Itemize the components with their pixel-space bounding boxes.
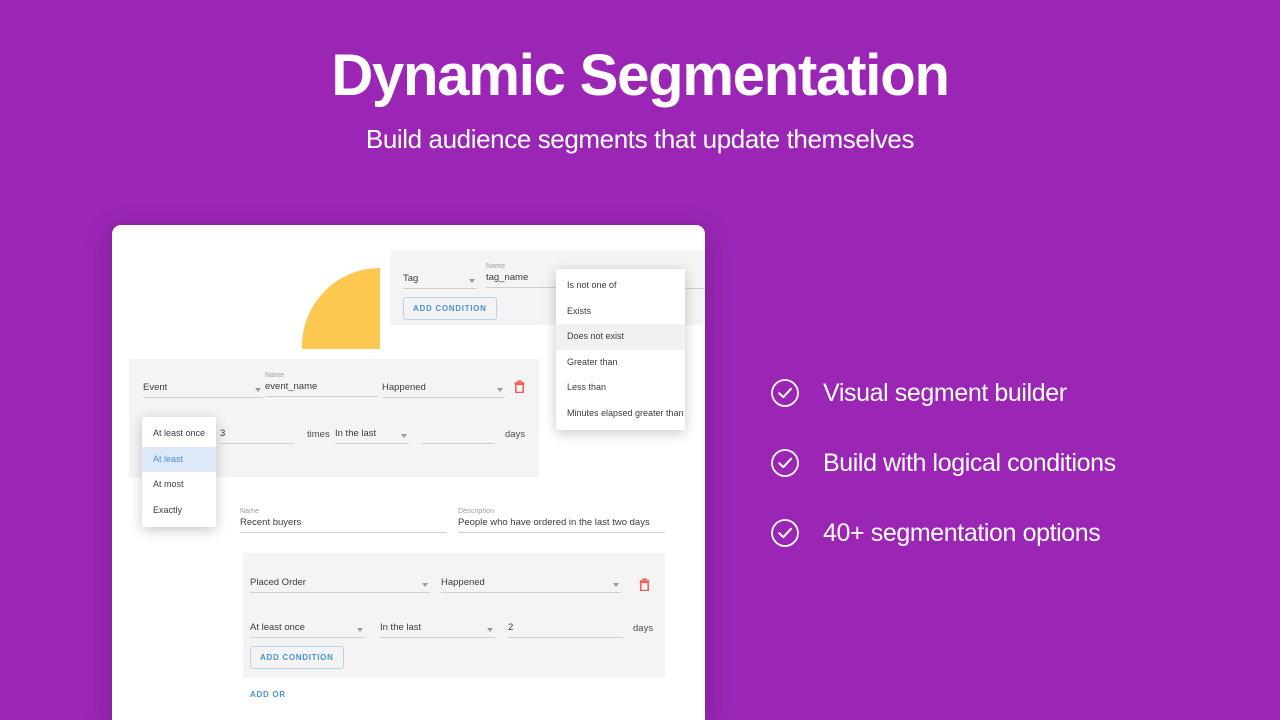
event-name-value: event_name	[265, 380, 378, 394]
add-condition-button[interactable]: ADD CONDITION	[250, 646, 344, 669]
order-window-select[interactable]: In the last	[380, 621, 495, 638]
field-underline	[250, 592, 430, 593]
feature-label: Build with logical conditions	[823, 449, 1116, 478]
event-name-label: Name	[265, 371, 378, 380]
decorative-quarter-circle	[302, 268, 380, 349]
field-underline	[265, 396, 378, 397]
menu-item-at-least[interactable]: At least	[142, 447, 216, 473]
field-underline	[508, 637, 623, 638]
menu-item-minutes-elapsed-greater-than[interactable]: Minutes elapsed greater than	[556, 401, 685, 427]
field-underline	[220, 443, 294, 444]
chevron-down-icon	[401, 434, 407, 438]
add-or-link[interactable]: ADD OR	[250, 690, 286, 699]
menu-item-at-most[interactable]: At most	[142, 472, 216, 498]
event-type-value: Event	[143, 381, 263, 395]
field-underline	[240, 532, 447, 533]
event-window-value: In the last	[335, 427, 409, 441]
event-window-amount-input[interactable]	[421, 427, 495, 444]
feature-item: Visual segment builder	[770, 358, 1250, 428]
segment-description-label: Description	[458, 507, 665, 516]
times-label: times	[307, 429, 330, 440]
feature-label: 40+ segmentation options	[823, 519, 1100, 548]
segment-description-input[interactable]: Description People who have ordered in t…	[458, 507, 665, 533]
segment-name-value: Recent buyers	[240, 516, 447, 530]
tag-name-label: Name	[486, 262, 563, 271]
menu-item-at-least-once[interactable]: At least once	[142, 421, 216, 447]
tag-name-value: tag_name	[486, 271, 563, 285]
chevron-down-icon	[357, 628, 363, 632]
field-underline	[380, 637, 495, 638]
chevron-down-icon	[255, 388, 261, 392]
feature-label: Visual segment builder	[823, 379, 1067, 408]
chevron-down-icon	[613, 583, 619, 587]
check-circle-icon	[770, 448, 800, 478]
feature-item: Build with logical conditions	[770, 428, 1250, 498]
check-circle-icon	[770, 378, 800, 408]
tag-type-select[interactable]: Tag	[403, 272, 477, 289]
feature-list: Visual segment builder Build with logica…	[770, 358, 1250, 568]
order-condition-card: Placed Order Happened At least once In t…	[243, 553, 665, 678]
check-circle-icon	[770, 518, 800, 548]
field-underline	[250, 637, 365, 638]
order-type-select[interactable]: Placed Order	[250, 576, 430, 593]
tag-type-value: Tag	[403, 272, 477, 286]
segment-name-input[interactable]: Name Recent buyers	[240, 507, 447, 533]
menu-item-less-than[interactable]: Less than	[556, 375, 685, 401]
field-underline	[486, 287, 563, 288]
page-title: Dynamic Segmentation	[0, 44, 1280, 108]
menu-item-does-not-exist[interactable]: Does not exist	[556, 324, 685, 350]
field-underline	[382, 397, 505, 398]
event-operator-select[interactable]: Happened	[382, 381, 505, 398]
order-operator-select[interactable]: Happened	[441, 576, 621, 593]
event-type-select[interactable]: Event	[143, 381, 263, 398]
menu-item-greater-than[interactable]: Greater than	[556, 350, 685, 376]
page-subtitle: Build audience segments that update them…	[0, 124, 1280, 155]
field-underline	[441, 592, 621, 593]
order-frequency-select[interactable]: At least once	[250, 621, 365, 638]
event-window-amount-value	[421, 427, 495, 441]
order-window-value: In the last	[380, 621, 495, 635]
hero-section: Dynamic Segmentation Build audience segm…	[0, 0, 1280, 155]
field-underline	[458, 532, 665, 533]
trash-icon[interactable]	[514, 380, 525, 393]
feature-item: 40+ segmentation options	[770, 498, 1250, 568]
chevron-down-icon	[497, 388, 503, 392]
tag-name-input[interactable]: Name tag_name	[486, 262, 563, 288]
chevron-down-icon	[469, 279, 475, 283]
event-count-value: 3	[220, 427, 294, 441]
segment-name-label: Name	[240, 507, 447, 516]
event-name-input[interactable]: Name event_name	[265, 371, 378, 397]
trash-icon[interactable]	[639, 578, 650, 591]
menu-item-exactly[interactable]: Exactly	[142, 498, 216, 524]
menu-item-exists[interactable]: Exists	[556, 299, 685, 325]
segment-builder-panel: Tag Name tag_name ADD CONDITION Is not o…	[112, 225, 705, 720]
days-label: days	[633, 623, 653, 634]
order-frequency-value: At least once	[250, 621, 365, 635]
order-type-value: Placed Order	[250, 576, 430, 590]
frequency-dropdown-menu[interactable]: At least once At least At most Exactly	[142, 417, 216, 527]
segment-description-value: People who have ordered in the last two …	[458, 516, 665, 530]
operator-dropdown-menu[interactable]: Is not one of Exists Does not exist Grea…	[556, 269, 685, 430]
field-underline	[335, 443, 409, 444]
event-count-input[interactable]: 3	[220, 427, 294, 444]
days-label: days	[505, 429, 525, 440]
event-window-select[interactable]: In the last	[335, 427, 409, 444]
event-operator-value: Happened	[382, 381, 505, 395]
menu-item-is-not-one-of[interactable]: Is not one of	[556, 273, 685, 299]
chevron-down-icon	[422, 583, 428, 587]
chevron-down-icon	[487, 628, 493, 632]
order-window-amount-value: 2	[508, 621, 623, 635]
field-underline	[403, 288, 477, 289]
order-window-amount-input[interactable]: 2	[508, 621, 623, 638]
order-operator-value: Happened	[441, 576, 621, 590]
field-underline	[421, 443, 495, 444]
field-underline	[143, 397, 263, 398]
add-condition-button[interactable]: ADD CONDITION	[403, 297, 497, 320]
